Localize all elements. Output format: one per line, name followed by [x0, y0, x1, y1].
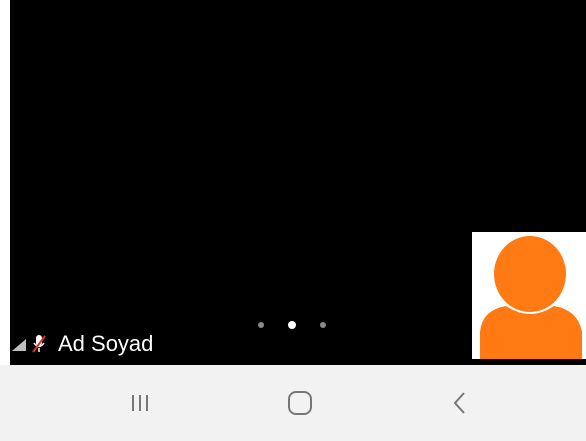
back-icon	[453, 392, 465, 414]
person-avatar-icon	[480, 236, 582, 359]
page-indicator	[258, 318, 338, 332]
recent-apps-button[interactable]	[110, 383, 170, 423]
self-view-thumbnail[interactable]	[472, 232, 586, 359]
page-dot[interactable]	[258, 322, 264, 328]
home-icon	[288, 391, 312, 415]
back-button[interactable]	[430, 383, 490, 423]
left-edge-strip	[0, 0, 10, 365]
page-dot-active[interactable]	[288, 321, 296, 329]
participant-name: Ad Soyad	[58, 331, 154, 356]
page-dot[interactable]	[320, 322, 326, 328]
mic-muted-icon	[32, 334, 46, 354]
signal-strength-icon	[12, 338, 26, 351]
recent-apps-icon	[132, 395, 148, 411]
home-button[interactable]	[270, 383, 330, 423]
participant-label: Ad Soyad	[12, 330, 153, 358]
android-navigation-bar	[0, 365, 586, 441]
